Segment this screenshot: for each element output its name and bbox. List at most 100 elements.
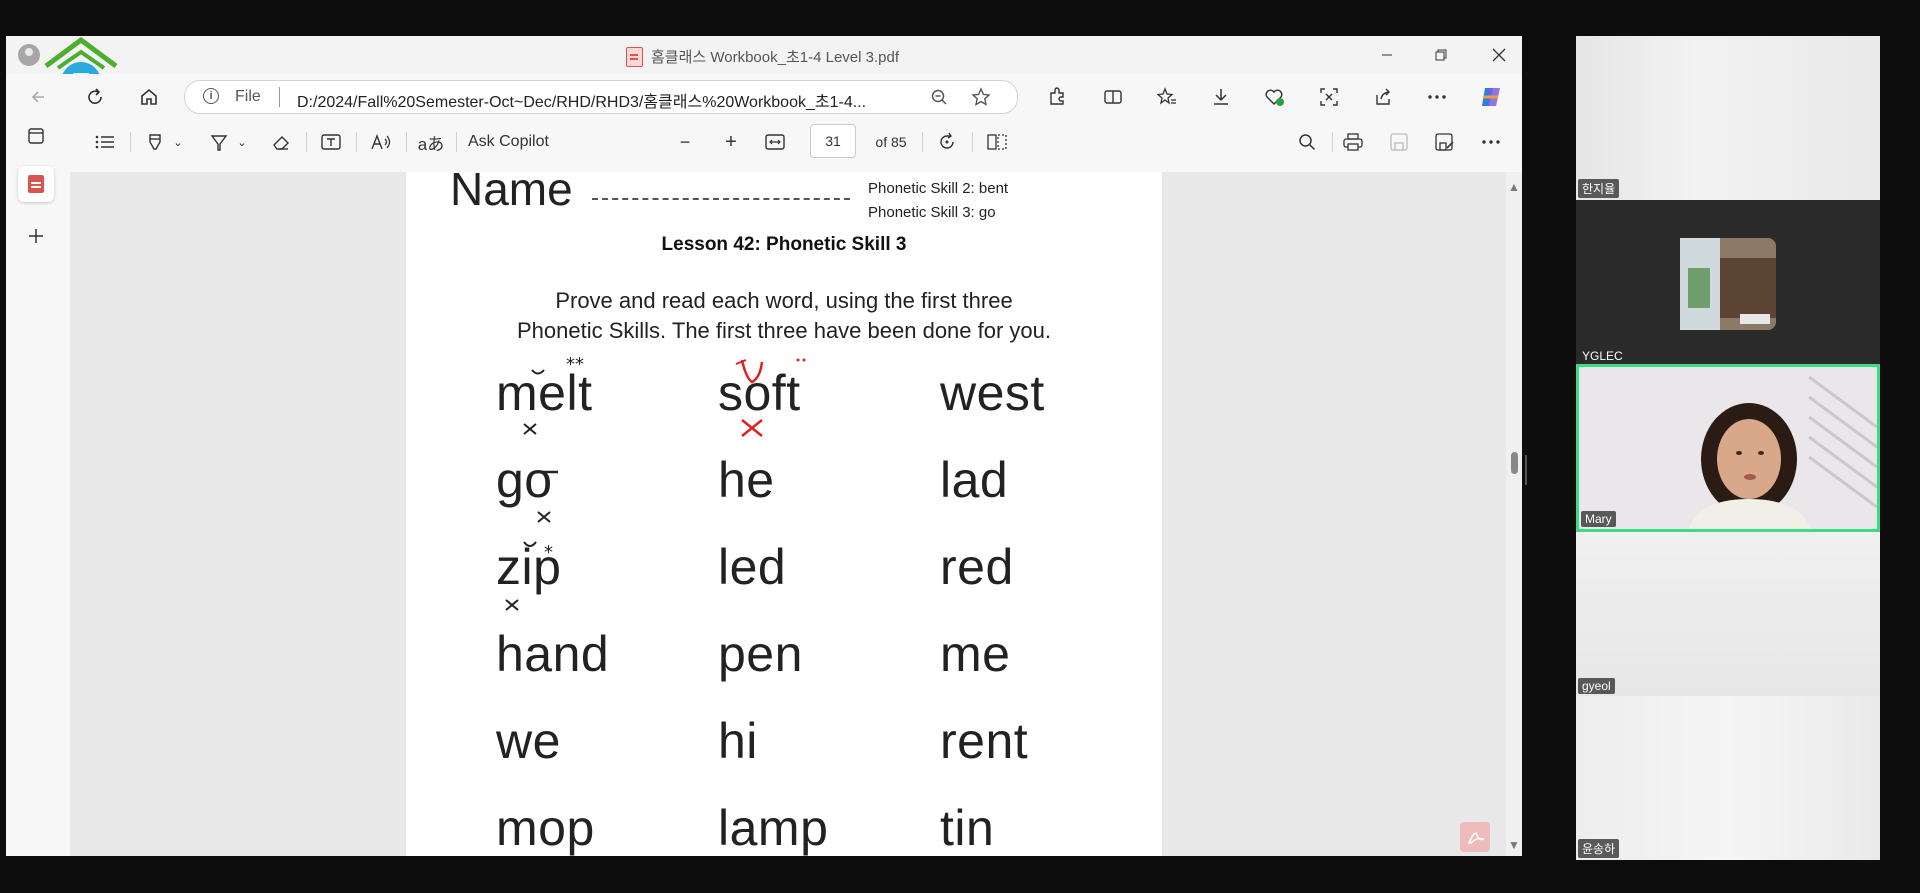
panel-splitter[interactable] bbox=[1525, 455, 1527, 485]
participant-video bbox=[1576, 36, 1880, 200]
scrollbar-thumb[interactable] bbox=[1511, 452, 1518, 474]
address-bar[interactable]: i File D:/2024/Fall%20Semester-Oct~Dec/R… bbox=[184, 80, 1018, 114]
toolbar-separator bbox=[130, 132, 131, 152]
favorite-star-icon[interactable] bbox=[969, 85, 993, 109]
toolbar-separator bbox=[306, 132, 307, 152]
pdf-file-icon bbox=[28, 175, 44, 193]
instructions-line-2: Phonetic Skills. The first three have be… bbox=[516, 318, 1051, 343]
toolbar-separator bbox=[456, 132, 457, 152]
word-cell: he bbox=[718, 452, 775, 508]
minimize-button[interactable] bbox=[1364, 40, 1410, 70]
participant-name: Mary bbox=[1581, 511, 1616, 527]
word-cell: zip bbox=[496, 539, 562, 595]
pdf-toolbar: ⌄ ⌄ aあ Ask Copilot − + 31 of 85 bbox=[70, 122, 1522, 162]
word-cell: soft bbox=[718, 365, 801, 421]
home-icon[interactable] bbox=[134, 82, 164, 112]
tab-title[interactable]: 홈클래스 Workbook_초1-4 Level 3.pdf bbox=[626, 46, 899, 67]
downloads-icon[interactable] bbox=[1206, 82, 1236, 112]
participant-video bbox=[1576, 696, 1880, 860]
participant-name: 윤송하 bbox=[1578, 839, 1620, 858]
share-icon[interactable] bbox=[1368, 82, 1398, 112]
read-aloud-icon[interactable] bbox=[366, 128, 396, 156]
browser-sidebar bbox=[6, 118, 66, 856]
sidebar-tab-pdf[interactable] bbox=[18, 166, 54, 202]
zoom-in-button[interactable]: + bbox=[716, 128, 746, 156]
participant-tile-active-speaker[interactable]: Mary bbox=[1576, 364, 1880, 532]
eraser-icon[interactable] bbox=[266, 128, 296, 156]
chevron-down-icon[interactable]: ⌄ bbox=[170, 128, 186, 156]
participant-video bbox=[1576, 532, 1880, 696]
back-icon[interactable] bbox=[24, 82, 54, 112]
browser-essentials-icon[interactable] bbox=[1260, 82, 1290, 112]
name-label: Name bbox=[450, 172, 573, 215]
screenshot-icon[interactable] bbox=[1314, 82, 1344, 112]
chevron-down-icon[interactable]: ⌄ bbox=[234, 128, 250, 156]
word-cell: melt bbox=[496, 365, 593, 421]
print-icon[interactable] bbox=[1338, 128, 1368, 156]
lesson-title: Lesson 42: Phonetic Skill 3 bbox=[661, 234, 907, 255]
navigation-bar: i File D:/2024/Fall%20Semester-Oct~Dec/R… bbox=[6, 74, 1522, 118]
word-cell: west bbox=[940, 365, 1045, 421]
fit-width-icon[interactable] bbox=[760, 128, 790, 156]
toolbar-separator bbox=[356, 132, 357, 152]
word-cell: we bbox=[496, 713, 561, 769]
save-as-icon[interactable] bbox=[1430, 128, 1460, 156]
participant-tile[interactable]: 한지율 bbox=[1576, 36, 1880, 200]
page-total-label: of 85 bbox=[875, 134, 907, 150]
word-cell: hand bbox=[496, 626, 610, 682]
participant-tile[interactable]: YGLEC bbox=[1576, 200, 1880, 366]
scroll-down-arrow-icon[interactable]: ▼ bbox=[1508, 838, 1520, 852]
split-screen-icon[interactable] bbox=[1098, 82, 1128, 112]
participant-tile[interactable]: gyeol bbox=[1576, 532, 1880, 696]
vertical-scrollbar[interactable]: ▲ ▼ bbox=[1506, 172, 1522, 856]
word-cell: tin bbox=[940, 800, 995, 856]
page-number-input[interactable]: 31 bbox=[810, 124, 856, 158]
page-view-icon[interactable] bbox=[982, 128, 1012, 156]
more-icon[interactable] bbox=[1422, 82, 1452, 112]
contents-list-icon[interactable] bbox=[90, 128, 120, 156]
word-cell: go bbox=[496, 452, 553, 508]
video-participants-panel: 한지율 YGLEC Mary gyeol 윤송하 bbox=[1576, 36, 1880, 860]
search-icon[interactable] bbox=[1292, 128, 1322, 156]
skill-note-2: Phonetic Skill 2: bent bbox=[868, 180, 1009, 197]
save-icon[interactable] bbox=[1384, 128, 1414, 156]
text-box-icon[interactable] bbox=[316, 128, 346, 156]
refresh-icon[interactable] bbox=[80, 82, 110, 112]
skill-note-3: Phonetic Skill 3: go bbox=[868, 204, 996, 221]
sidebar-toggle-icon[interactable] bbox=[18, 118, 54, 154]
more-options-icon[interactable] bbox=[1476, 128, 1506, 156]
new-tab-plus-icon[interactable] bbox=[18, 218, 54, 254]
copilot-icon[interactable] bbox=[1476, 82, 1506, 112]
url-text[interactable]: D:/2024/Fall%20Semester-Oct~Dec/RHD/RHD3… bbox=[297, 88, 866, 112]
participant-name: 한지율 bbox=[1578, 179, 1620, 198]
toolbar-separator bbox=[406, 132, 407, 152]
highlight-icon[interactable] bbox=[140, 128, 170, 156]
info-icon[interactable]: i bbox=[203, 88, 219, 104]
draw-icon[interactable] bbox=[204, 128, 234, 156]
rotate-icon[interactable] bbox=[932, 128, 962, 156]
zoom-icon[interactable] bbox=[927, 85, 951, 109]
word-cell: lamp bbox=[718, 800, 829, 856]
extensions-icon[interactable] bbox=[1042, 82, 1072, 112]
word-cell: pen bbox=[718, 626, 803, 682]
adobe-acrobat-icon[interactable] bbox=[1460, 822, 1490, 852]
title-bar: E 홈클래스 Workbook_초1-4 Level 3.pdf bbox=[6, 36, 1522, 102]
word-cell: led bbox=[718, 539, 787, 595]
pdf-page: Name Phonetic Skill 2: bent Phonetic Ski… bbox=[406, 172, 1162, 856]
translate-icon[interactable]: aあ bbox=[416, 128, 446, 156]
restore-button[interactable] bbox=[1418, 40, 1464, 70]
close-button[interactable] bbox=[1476, 40, 1522, 70]
favorites-icon[interactable] bbox=[1152, 82, 1182, 112]
participant-tile[interactable]: 윤송하 bbox=[1576, 696, 1880, 860]
pdf-file-icon bbox=[626, 46, 643, 67]
zoom-out-button[interactable]: − bbox=[670, 128, 700, 156]
ask-copilot-button[interactable]: Ask Copilot bbox=[468, 128, 578, 156]
word-cell: hi bbox=[718, 713, 758, 769]
word-cell: rent bbox=[940, 713, 1029, 769]
toolbar-separator bbox=[1332, 132, 1333, 152]
address-separator bbox=[279, 87, 280, 107]
scroll-up-arrow-icon[interactable]: ▲ bbox=[1508, 180, 1520, 194]
participant-name: YGLEC bbox=[1582, 349, 1623, 363]
word-cell: red bbox=[940, 539, 1014, 595]
pdf-viewer[interactable]: Name Phonetic Skill 2: bent Phonetic Ski… bbox=[70, 172, 1514, 856]
